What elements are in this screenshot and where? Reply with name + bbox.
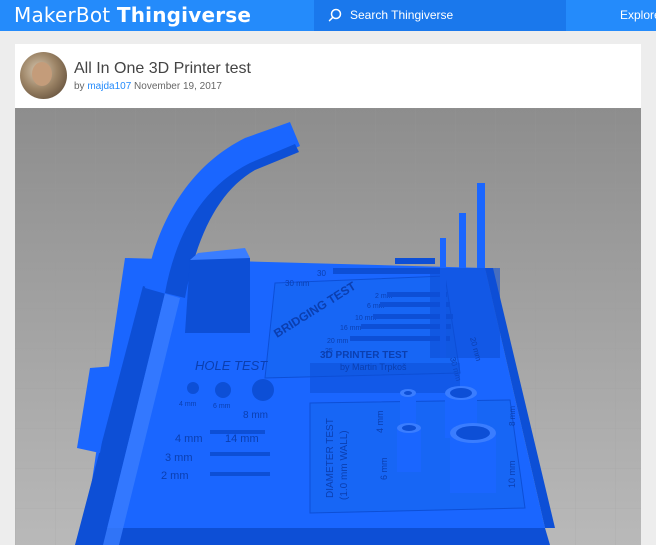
explore-link[interactable]: Explore bbox=[620, 8, 656, 22]
dia-4-label: 4 mm bbox=[375, 411, 385, 434]
hole-4mm bbox=[187, 382, 199, 394]
slot-4mm bbox=[210, 430, 265, 434]
avatar-face bbox=[32, 62, 52, 86]
thing-title: All In One 3D Printer test bbox=[74, 60, 251, 77]
hole-6-label: 6 mm bbox=[213, 403, 231, 410]
dia-8-label: 8 mm bbox=[508, 406, 517, 426]
bridge-bar bbox=[333, 268, 443, 274]
search-bar[interactable]: Search Thingiverse bbox=[314, 0, 566, 31]
author-link[interactable]: majda107 bbox=[87, 81, 131, 92]
hole-test-label: HOLE TEST bbox=[195, 358, 268, 373]
slot-2-label: 2 mm bbox=[161, 470, 189, 482]
slot-14-label: 14 mm bbox=[225, 433, 259, 445]
thingiverse-logo[interactable]: MakerBot Thingiverse bbox=[14, 3, 251, 27]
thing-byline: by majda107 November 19, 2017 bbox=[74, 81, 222, 92]
author-avatar[interactable] bbox=[20, 52, 67, 99]
pillar-base bbox=[430, 268, 500, 358]
dia-6-label: 6 mm bbox=[379, 458, 389, 481]
diameter-label: DIAMETER TEST bbox=[325, 418, 336, 498]
top-navigation-bar: MakerBot Thingiverse Search Thingiverse … bbox=[0, 0, 656, 31]
logo-thingiverse-text: Thingiverse bbox=[116, 3, 252, 27]
logo-makerbot-text: MakerBot bbox=[14, 3, 111, 27]
printer-test-author: by Martin Trpkoš bbox=[340, 362, 407, 372]
overhang-block bbox=[185, 258, 250, 333]
hole-8-label: 8 mm bbox=[243, 410, 268, 421]
slot-3-label: 3 mm bbox=[165, 452, 193, 464]
byline-prefix: by bbox=[74, 81, 85, 92]
bridge-bar bbox=[395, 258, 435, 264]
publish-date: November 19, 2017 bbox=[134, 81, 222, 92]
hole-6mm bbox=[215, 382, 231, 398]
search-placeholder: Search Thingiverse bbox=[350, 8, 454, 22]
dia-10-label: 10 mm bbox=[507, 460, 517, 488]
search-icon bbox=[328, 8, 342, 22]
diameter-sub-label: (1.0 mm WALL) bbox=[339, 430, 350, 500]
model-render: BRIDGING TEST 30 30 mm 2 mm 6 mm 10 mm 1… bbox=[15, 108, 641, 545]
cylinder-10mm bbox=[450, 423, 496, 493]
slot-2mm bbox=[210, 472, 270, 476]
model-preview-image[interactable]: BRIDGING TEST 30 30 mm 2 mm 6 mm 10 mm 1… bbox=[15, 108, 641, 545]
thing-card: All In One 3D Printer test by majda107 N… bbox=[15, 44, 641, 545]
bridge-20-label: 20 mm bbox=[327, 338, 349, 345]
slot-4-label: 4 mm bbox=[175, 433, 203, 445]
base-plate-front bbox=[83, 528, 550, 545]
cylinder-6mm bbox=[397, 423, 421, 472]
hole-4-label: 4 mm bbox=[179, 401, 197, 408]
printer-test-label: 3D PRINTER TEST bbox=[320, 350, 408, 361]
slot-3mm bbox=[210, 452, 270, 456]
bridge-30-label: 30 bbox=[317, 269, 326, 278]
bridge-30mm-label: 30 mm bbox=[285, 279, 310, 288]
hole-8mm bbox=[252, 379, 274, 401]
bridge-16-label: 16 mm bbox=[340, 325, 362, 332]
